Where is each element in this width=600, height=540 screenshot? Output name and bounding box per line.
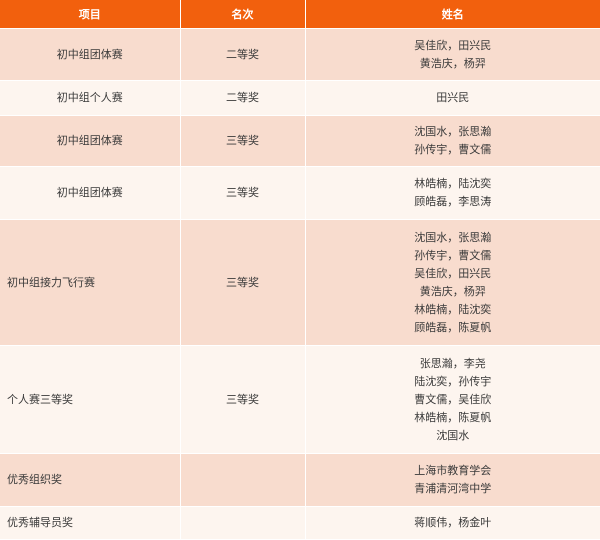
- cell-names: 沈国水，张思瀚 孙传宇，曹文儒 吴佳欣，田兴民 黄浩庆，杨羿 林皓楠，陆沈奕 顾…: [305, 219, 600, 346]
- name-line: 林皓楠，陆沈奕: [414, 302, 492, 316]
- table-row: 初中组个人赛 二等奖 田兴民: [0, 80, 600, 116]
- name-line: 上海市教育学会: [414, 464, 492, 477]
- header-row: 项目 名次 姓名: [0, 0, 600, 29]
- header-item: 项目: [0, 0, 181, 29]
- table-row: 优秀辅导员奖 蒋顺伟，杨金叶: [0, 506, 600, 540]
- name-line: 孙传宇，曹文儒: [414, 143, 492, 156]
- cell-item: 优秀组织奖: [0, 453, 181, 507]
- cell-names: 蒋顺伟，杨金叶: [305, 506, 600, 540]
- cell-names: 上海市教育学会 青浦清河湾中学: [305, 453, 600, 507]
- name-line: 顾皓磊，陈夏帆: [414, 320, 492, 334]
- cell-names: 沈国水，张思瀚 孙传宇，曹文儒: [305, 115, 600, 167]
- name-line: 田兴民: [436, 91, 470, 104]
- name-line: 陆沈奕，孙传宇: [414, 374, 492, 388]
- name-line: 黄浩庆，杨羿: [419, 56, 486, 70]
- name-line: 沈国水，张思瀚: [414, 230, 492, 244]
- name-line: 蒋顺伟，杨金叶: [414, 516, 492, 529]
- cell-rank: [180, 453, 306, 507]
- cell-rank: [180, 506, 306, 540]
- cell-rank: 二等奖: [180, 28, 306, 81]
- header-rank: 名次: [180, 0, 306, 29]
- name-line: 曹文儒，吴佳欣: [414, 392, 492, 406]
- name-line: 张思瀚，李尧: [419, 356, 486, 370]
- name-line: 沈国水，张思瀚: [414, 125, 492, 138]
- header-name: 姓名: [305, 0, 600, 29]
- cell-item: 优秀辅导员奖: [0, 506, 181, 540]
- cell-names: 张思瀚，李尧 陆沈奕，孙传宇 曹文儒，吴佳欣 林皓楠，陈夏帆 沈国水: [305, 345, 600, 454]
- name-line: 孙传宇，曹文儒: [414, 248, 492, 262]
- name-line: 吴佳欣，田兴民: [414, 266, 492, 280]
- table-row: 初中组团体赛 三等奖 沈国水，张思瀚 孙传宇，曹文儒: [0, 115, 600, 167]
- cell-rank: 三等奖: [180, 345, 306, 454]
- cell-item: 初中组团体赛: [0, 28, 181, 81]
- cell-rank: 三等奖: [180, 115, 306, 167]
- cell-names: 田兴民: [305, 80, 600, 116]
- awards-table: 项目 名次 姓名 初中组团体赛 二等奖 吴佳欣，田兴民 黄浩庆，杨羿 初中组个人…: [0, 0, 600, 540]
- table-row: 优秀组织奖 上海市教育学会 青浦清河湾中学: [0, 453, 600, 507]
- cell-item: 初中组接力飞行赛: [0, 219, 181, 346]
- name-line: 青浦清河湾中学: [414, 482, 492, 495]
- name-line: 顾皓磊，李思涛: [414, 195, 492, 208]
- name-line: 林皓楠，陈夏帆: [414, 410, 492, 424]
- cell-names: 吴佳欣，田兴民 黄浩庆，杨羿: [305, 28, 600, 81]
- table-row: 初中组团体赛 二等奖 吴佳欣，田兴民 黄浩庆，杨羿: [0, 28, 600, 81]
- name-line: 黄浩庆，杨羿: [419, 284, 486, 298]
- cell-names: 林皓楠，陆沈奕 顾皓磊，李思涛: [305, 166, 600, 220]
- table-row: 初中组团体赛 三等奖 林皓楠，陆沈奕 顾皓磊，李思涛: [0, 166, 600, 220]
- cell-rank: 三等奖: [180, 166, 306, 220]
- name-line: 林皓楠，陆沈奕: [414, 177, 492, 190]
- name-line: 吴佳欣，田兴民: [414, 38, 492, 52]
- table-row: 个人赛三等奖 三等奖 张思瀚，李尧 陆沈奕，孙传宇 曹文儒，吴佳欣 林皓楠，陈夏…: [0, 345, 600, 454]
- name-line: 沈国水: [436, 428, 470, 442]
- cell-item: 初中组团体赛: [0, 115, 181, 167]
- table-row: 初中组接力飞行赛 三等奖 沈国水，张思瀚 孙传宇，曹文儒 吴佳欣，田兴民 黄浩庆…: [0, 219, 600, 346]
- cell-rank: 二等奖: [180, 80, 306, 116]
- cell-item: 初中组个人赛: [0, 80, 181, 116]
- cell-item: 初中组团体赛: [0, 166, 181, 220]
- cell-rank: 三等奖: [180, 219, 306, 346]
- cell-item: 个人赛三等奖: [0, 345, 181, 454]
